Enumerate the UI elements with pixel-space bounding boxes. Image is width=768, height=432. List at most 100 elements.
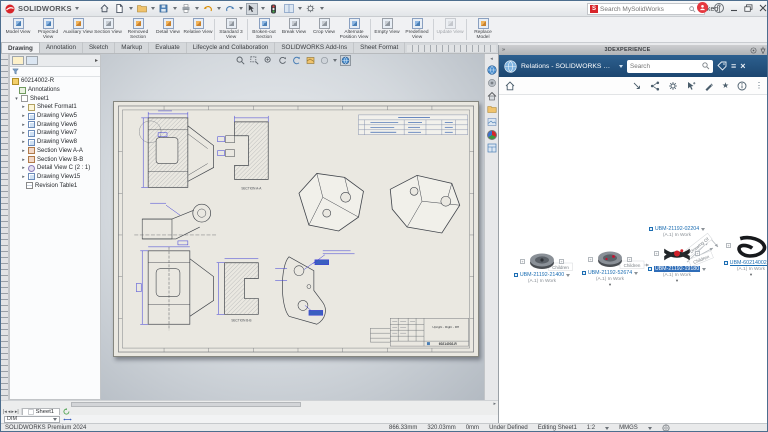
viewport-layout-button[interactable] (283, 3, 295, 15)
undo-caret-icon[interactable] (217, 7, 221, 10)
tab-evaluate[interactable]: Evaluate (149, 42, 187, 53)
minimize-button[interactable] (730, 4, 738, 12)
relations-graph-canvas[interactable]: Children Children Drawing Of Children (499, 95, 768, 423)
drawing-view8[interactable] (299, 173, 363, 231)
home-button[interactable] (99, 3, 111, 15)
redo-button[interactable] (224, 3, 236, 15)
explore-graph-icon[interactable] (650, 81, 660, 91)
ribbon-button-model-view[interactable]: Model View (3, 17, 33, 42)
horizontal-scrollbar[interactable]: ▸ (1, 400, 498, 408)
ribbon-button-section-view[interactable]: Section View (93, 17, 123, 42)
tab-annotation[interactable]: Annotation (40, 42, 83, 53)
tree-item-revision-table1[interactable]: Revision Table1 (10, 181, 100, 190)
restore-button[interactable] (744, 4, 753, 12)
tab-sketch[interactable]: Sketch (83, 42, 115, 53)
assign-arrow-icon[interactable] (632, 81, 642, 91)
ribbon-button-removed-section[interactable]: Removed Section (123, 17, 153, 42)
mysolidworks-search[interactable]: S (587, 3, 705, 15)
expand-handle-icon[interactable]: + (726, 243, 731, 248)
filter-funnel-icon[interactable] (12, 68, 19, 75)
part-thumbnail[interactable]: + + (527, 251, 557, 271)
home-tab-icon[interactable] (487, 91, 497, 101)
sheet-scale[interactable]: 1:2 (587, 425, 595, 431)
search-icon[interactable] (702, 62, 710, 70)
search-input[interactable] (600, 6, 687, 13)
expander-icon[interactable]: ▸ (21, 104, 26, 110)
feature-manager-tab-icon[interactable] (12, 56, 24, 65)
tree-item-section-view-aa[interactable]: ▸Section View A-A (10, 147, 100, 156)
tree-item-drawing-view7[interactable]: ▸Drawing View7 (10, 129, 100, 138)
scroll-right-icon[interactable]: ▸ (493, 401, 496, 407)
node-id[interactable]: UBM-21192-52674 (588, 270, 632, 276)
ribbon-button-break-view[interactable]: Break View (279, 17, 309, 42)
relations-search[interactable] (627, 60, 713, 73)
tree-item-drawing-view5[interactable]: ▸Drawing View5 (10, 112, 100, 121)
zoom-to-fit-icon[interactable] (235, 55, 246, 66)
node-caret-icon[interactable] (566, 274, 570, 277)
new-document-button[interactable] (114, 3, 126, 15)
property-manager-tab-icon[interactable] (26, 56, 38, 65)
globe-status-icon[interactable] (662, 424, 670, 432)
dimension-style-select[interactable]: DIM (4, 416, 60, 423)
part-thumbnail[interactable]: + + (595, 249, 625, 269)
expand-handle-icon[interactable]: + (588, 257, 593, 262)
expander-icon[interactable]: ▸ (21, 174, 26, 180)
select-caret-icon[interactable] (261, 7, 265, 10)
next-sheet-icon[interactable]: ▸ (11, 409, 14, 415)
sheet-color-icon[interactable] (305, 55, 316, 66)
ribbon-button-auxiliary-view[interactable]: Auxiliary View (63, 17, 93, 42)
tab-drawing[interactable]: Drawing (1, 42, 40, 53)
save-button[interactable] (158, 3, 170, 15)
tree-item-detail-view-c[interactable]: ▸Detail View C (2 : 1) (10, 164, 100, 173)
tag-icon[interactable] (717, 61, 727, 71)
drawing-view6[interactable] (136, 247, 213, 330)
graphics-area[interactable]: SECTION A-A (101, 54, 484, 400)
tab-solidworks-add-ins[interactable]: SOLIDWORKS Add-Ins (275, 42, 354, 53)
more-options-icon[interactable]: ⋮ (755, 82, 763, 90)
ribbon-button-standard-3-view[interactable]: Standard 3 View (216, 17, 246, 42)
node-caret-icon[interactable] (634, 272, 638, 275)
part-thumbnail[interactable]: + + (733, 235, 768, 259)
relation-node[interactable]: + + UBM-21192-52674 (A.1) In Work ▾ (577, 249, 643, 286)
ribbon-button-broken-out-section[interactable]: Broken-out Section (249, 17, 279, 42)
logo-menu-caret-icon[interactable] (75, 7, 79, 10)
drawing-view15[interactable] (390, 175, 459, 233)
redraw-icon[interactable] (291, 55, 302, 66)
expand-handle-icon[interactable]: + (559, 259, 564, 264)
close-button[interactable] (759, 4, 767, 12)
ribbon-button-crop-view[interactable]: Crop View (309, 17, 339, 42)
new-caret-icon[interactable] (129, 7, 133, 10)
3dexperience-tab-icon[interactable] (487, 65, 497, 75)
design-library-tab-icon[interactable] (487, 78, 497, 88)
collapse-pane-icon[interactable]: ◂ (490, 56, 493, 62)
options-caret-icon[interactable] (320, 7, 324, 10)
ribbon-button-predefined-view[interactable]: Predefined View (402, 17, 432, 42)
flyout-arrow-icon[interactable]: ▸ (95, 57, 98, 64)
expander-icon[interactable]: ▸ (21, 157, 26, 163)
edit-pencil-icon[interactable] (704, 81, 714, 91)
expander-open-icon[interactable]: ▾ (14, 96, 19, 102)
tree-item-document[interactable]: 60214002-R (10, 77, 100, 86)
hud-caret-icon[interactable] (333, 59, 337, 62)
tree-item-annotations[interactable]: Annotations (10, 86, 100, 95)
tab-lifecycle-and-collaboration[interactable]: Lifecycle and Collaboration (187, 42, 276, 53)
view-settings-icon[interactable] (319, 55, 330, 66)
options-button[interactable] (305, 3, 317, 15)
expander-icon[interactable]: ▸ (21, 148, 26, 154)
menu-icon[interactable]: ≡ (731, 62, 736, 71)
expander-icon[interactable]: ▸ (21, 130, 26, 136)
expander-icon[interactable]: ▸ (21, 139, 26, 145)
undo-button[interactable] (202, 3, 214, 15)
settings-gear-icon[interactable] (668, 81, 678, 91)
print-button[interactable] (180, 3, 192, 15)
prev-sheet-icon[interactable]: ◂ (8, 409, 11, 415)
ribbon-button-relative-view[interactable]: Relative View (183, 17, 213, 42)
search-icon[interactable] (689, 6, 696, 13)
drawing-view5[interactable] (139, 111, 213, 187)
help-button[interactable]: ? (714, 3, 724, 13)
viewport-caret-icon[interactable] (298, 7, 302, 10)
open-caret-icon[interactable] (151, 7, 155, 10)
tree-item-sheet1[interactable]: ▾Sheet1 (10, 94, 100, 103)
expander-icon[interactable]: ▸ (21, 113, 26, 119)
expander-icon[interactable]: ▸ (21, 165, 26, 171)
